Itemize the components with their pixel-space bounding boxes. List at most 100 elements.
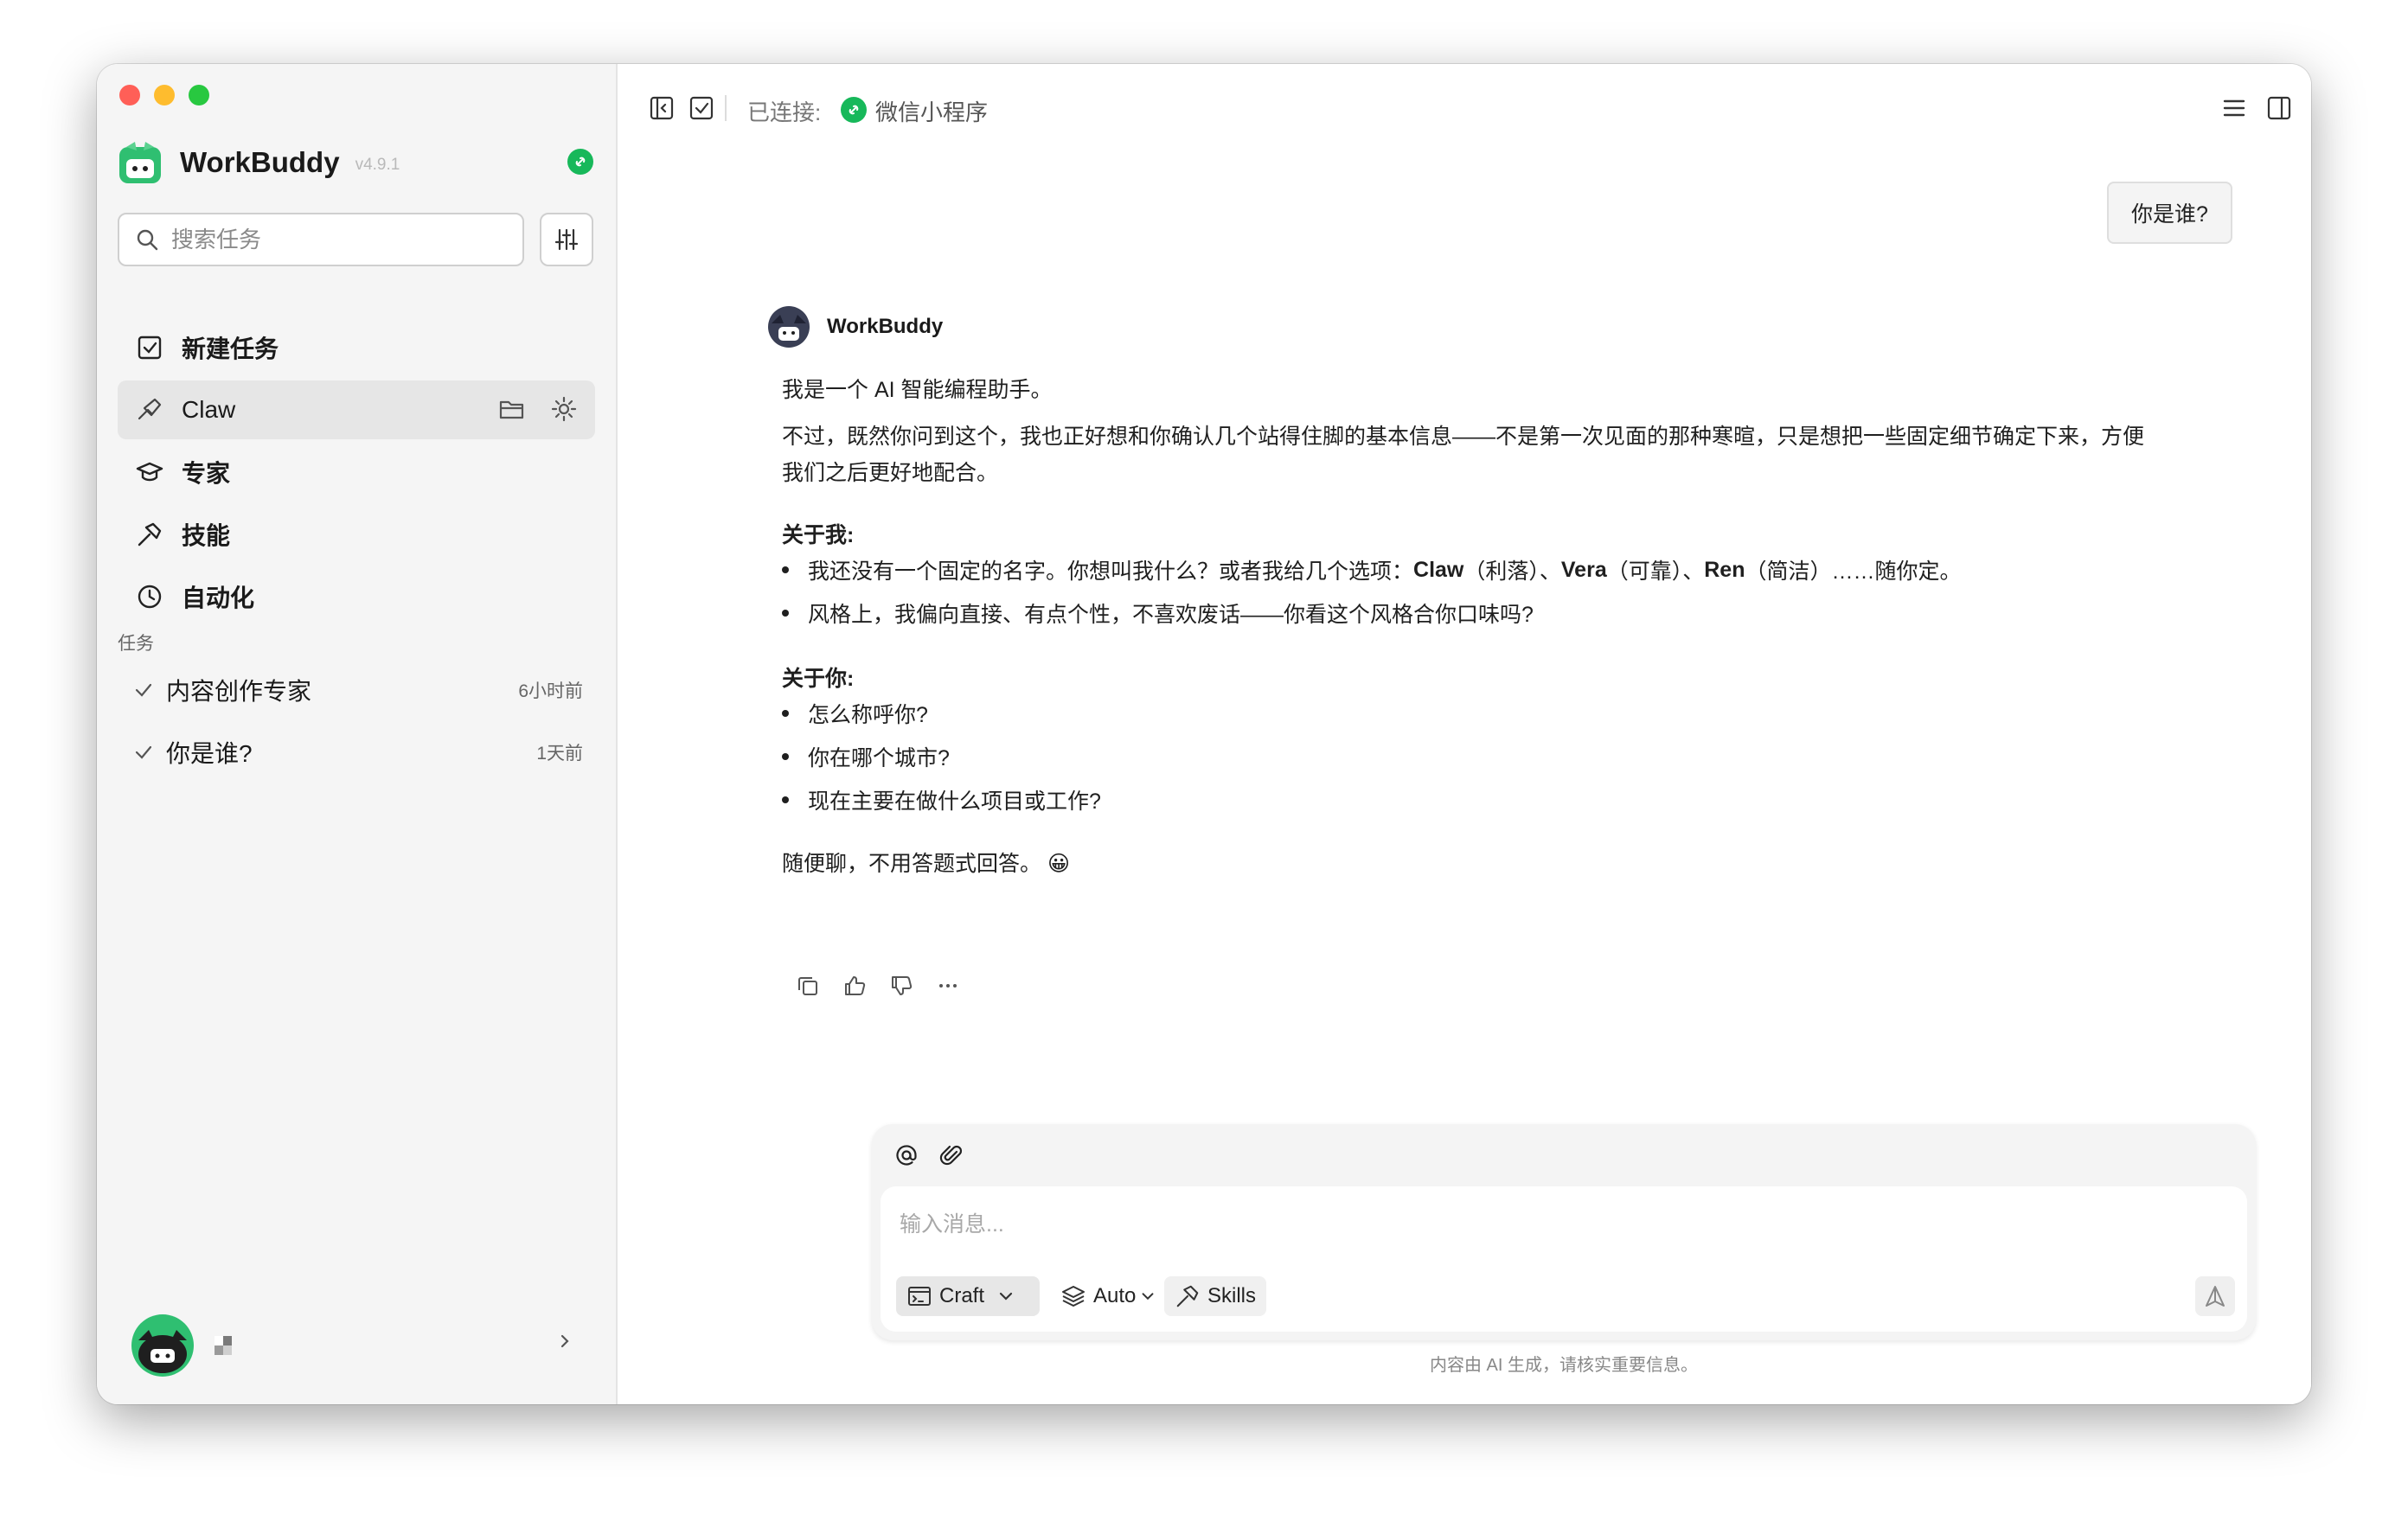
sidebar: WorkBuddy v4.9.1 新建任务 Claw: [97, 64, 618, 1404]
bullet-text: 我还没有一个固定的名字。你想叫我什么？或者我给几个选项：: [808, 559, 1414, 584]
tasks-section-label: 任务: [118, 634, 154, 654]
sliders-icon: [554, 228, 579, 251]
divider: [725, 95, 727, 121]
user-message-text: 你是谁?: [2131, 202, 2208, 227]
maximize-window-button[interactable]: [189, 85, 209, 105]
nav-label: 新建任务: [182, 336, 279, 362]
claw-icon: [135, 395, 164, 425]
task-title: 内容创作专家: [166, 678, 312, 705]
more-icon[interactable]: [936, 974, 960, 998]
mini-program-icon: [841, 97, 867, 123]
nav-expert[interactable]: 专家: [118, 443, 595, 502]
main-panel: 已连接: 微信小程序 你是谁? WorkBuddy 我是一个 AI 智能编程助手…: [618, 64, 2311, 1404]
nav-skills[interactable]: 技能: [118, 505, 595, 564]
bullet-text: 风格上，我偏向直接、有点个性，不喜欢废话——你看这个风格合你口味吗?: [808, 603, 1534, 627]
app-name: WorkBuddy: [180, 146, 340, 178]
bot-intro: 我是一个 AI 智能编程助手。: [782, 378, 1053, 402]
composer: Craft Auto Skills: [872, 1124, 2256, 1340]
bot-message-header: WorkBuddy: [768, 306, 943, 348]
user-profile[interactable]: [131, 1314, 232, 1377]
skills-button[interactable]: Skills: [1164, 1276, 1267, 1316]
terminal-icon: [908, 1287, 931, 1306]
checkmark-icon: [135, 683, 152, 697]
smile-emoji-icon: 😀: [1047, 852, 1071, 876]
app-window: WorkBuddy v4.9.1 新建任务 Claw: [97, 64, 2311, 1404]
thumbs-down-icon[interactable]: [889, 974, 913, 998]
task-time: 6小时前: [518, 681, 583, 701]
list-item: 我还没有一个固定的名字。你想叫我什么？或者我给几个选项： Claw （利落）、 Ver…: [782, 552, 1962, 588]
checkmark-icon: [135, 745, 152, 759]
skills-icon: [1176, 1285, 1199, 1307]
skills-label: Skills: [1207, 1284, 1257, 1307]
option-note: （利落）、: [1463, 559, 1561, 584]
mode-selector[interactable]: Craft: [896, 1276, 1040, 1316]
toggle-panel-icon[interactable]: [2266, 95, 2292, 121]
bullet-text: 你在哪个城市?: [808, 746, 950, 770]
bot-name: WorkBuddy: [827, 315, 944, 338]
nav-label: 技能: [182, 522, 231, 549]
bullet-text: 怎么称呼你?: [808, 703, 928, 727]
connected-target[interactable]: 微信小程序: [875, 95, 988, 127]
filter-button[interactable]: [540, 213, 593, 266]
name-option: Ren: [1704, 557, 1745, 582]
thumbs-up-icon[interactable]: [842, 974, 867, 998]
option-note: （简洁）……随你定。: [1745, 559, 1962, 584]
nav-label: Claw: [182, 396, 236, 423]
menu-icon[interactable]: [2221, 95, 2247, 121]
minimize-window-button[interactable]: [154, 85, 175, 105]
search-box[interactable]: [118, 213, 524, 266]
user-name-obscured: [215, 1336, 232, 1355]
model-selector[interactable]: Auto: [1050, 1276, 1167, 1316]
ai-disclaimer: 内容由 AI 生成，请核实重要信息。: [1429, 1356, 1698, 1375]
expert-icon: [135, 457, 164, 487]
about-you-title-text: 关于你:: [782, 667, 855, 691]
attachment-icon[interactable]: [939, 1143, 964, 1167]
bullet-text: 现在主要在做什么项目或工作?: [808, 789, 1101, 814]
list-item: 风格上，我偏向直接、有点个性，不喜欢废话——你看这个风格合你口味吗?: [782, 595, 1534, 631]
user-message-bubble: 你是谁?: [2107, 182, 2232, 244]
message-input[interactable]: [898, 1202, 2199, 1247]
bot-avatar: [768, 306, 810, 348]
task-item[interactable]: 你是谁? 1天前: [118, 725, 595, 780]
mention-icon[interactable]: [894, 1143, 919, 1167]
task-item[interactable]: 内容创作专家 6小时前: [118, 662, 595, 718]
close-window-button[interactable]: [119, 85, 140, 105]
new-task-icon[interactable]: [688, 95, 714, 121]
chevron-down-icon: [999, 1292, 1013, 1301]
send-icon: [2206, 1286, 2225, 1307]
bot-paragraph: 不过，既然你问到这个，我也正好想和你确认几个站得住脚的基本信息——不是第一次见面…: [782, 425, 2145, 485]
topbar: 已连接: 微信小程序: [618, 64, 2311, 142]
avatar: [131, 1314, 194, 1377]
about-you-title: 关于你:: [782, 661, 2149, 697]
list-item: 现在主要在做什么项目或工作?: [782, 782, 1101, 818]
app-version: v4.9.1: [355, 156, 400, 174]
collapse-sidebar-icon[interactable]: [649, 95, 675, 121]
nav-automation[interactable]: 自动化: [118, 567, 595, 626]
about-me-title: 关于我:: [782, 517, 2149, 553]
workbuddy-logo-icon: [119, 142, 161, 183]
name-option: Claw: [1413, 557, 1464, 582]
list-item: 你在哪个城市?: [782, 738, 950, 775]
nav-label: 专家: [182, 460, 231, 487]
brand: WorkBuddy v4.9.1: [118, 140, 400, 185]
list-item: 怎么称呼你?: [782, 695, 928, 732]
option-note: （可靠）、: [1606, 559, 1705, 584]
send-button[interactable]: [2195, 1276, 2235, 1316]
gear-icon[interactable]: [550, 395, 578, 423]
clock-icon: [135, 582, 164, 611]
about-me-title-text: 关于我:: [782, 523, 855, 547]
closing-text: 随便聊，不用答题式回答。: [782, 852, 1042, 876]
nav-new-task[interactable]: 新建任务: [118, 318, 595, 377]
chevron-right-icon[interactable]: [555, 1332, 574, 1351]
chevron-down-icon: [1142, 1293, 1154, 1301]
model-label: Auto: [1093, 1284, 1137, 1307]
search-icon: [137, 229, 158, 251]
window-controls: [119, 85, 209, 105]
nav-claw[interactable]: Claw: [118, 380, 595, 439]
mini-program-link-icon[interactable]: [567, 149, 593, 175]
copy-icon[interactable]: [796, 974, 820, 998]
bot-closing: 随便聊，不用答题式回答。 😀: [782, 846, 2149, 882]
layers-icon: [1062, 1286, 1085, 1307]
search-input[interactable]: [170, 225, 502, 254]
folder-icon[interactable]: [498, 395, 526, 423]
